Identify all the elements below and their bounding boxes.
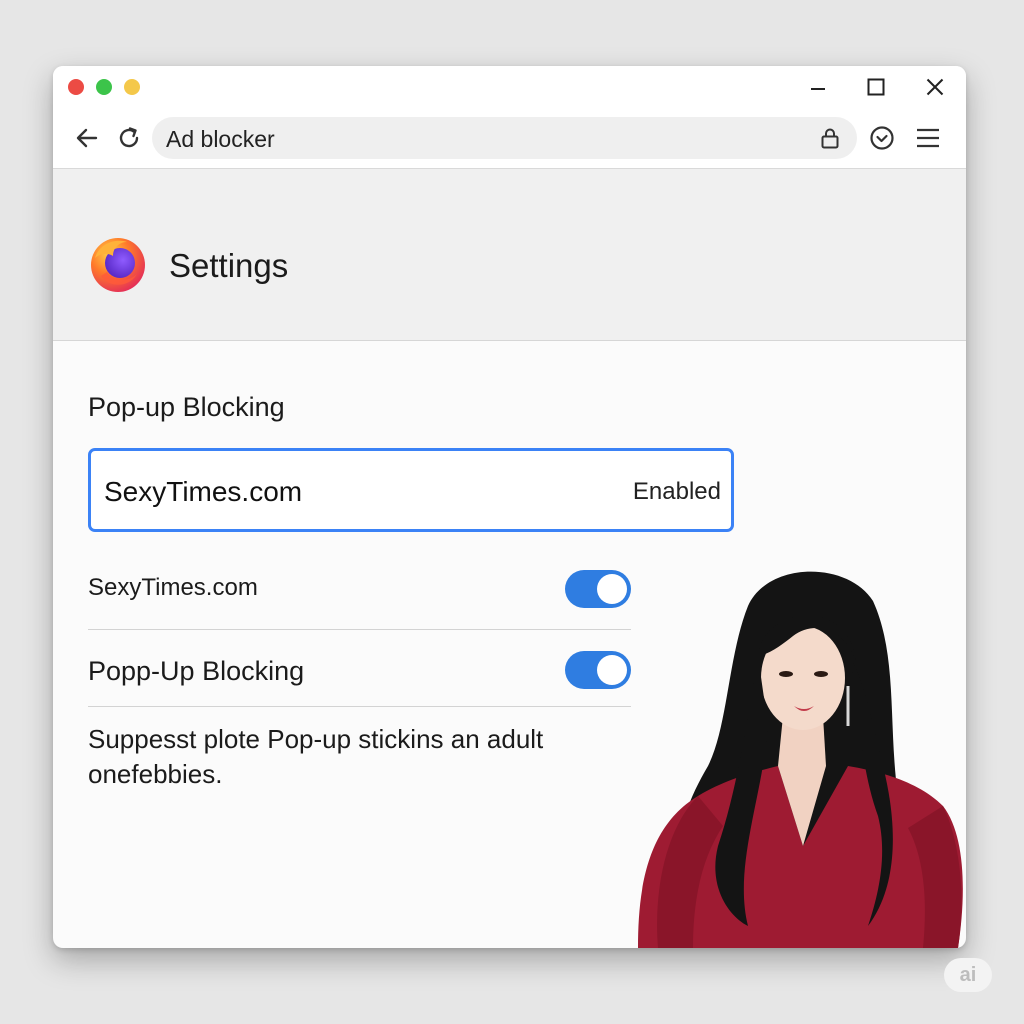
address-bar[interactable]	[152, 117, 857, 161]
zoom-traffic-light[interactable]	[124, 79, 140, 95]
back-arrow-icon	[76, 128, 98, 148]
address-input[interactable]	[164, 117, 808, 161]
woman-portrait-image	[638, 571, 963, 948]
row-divider	[88, 706, 631, 707]
close-icon	[926, 78, 944, 96]
close-traffic-light[interactable]	[68, 79, 84, 95]
back-button[interactable]	[71, 122, 103, 154]
reload-button[interactable]	[113, 122, 145, 154]
section-title: Pop-up Blocking	[88, 392, 285, 422]
settings-header: Settings	[53, 169, 966, 341]
minimize-button[interactable]	[804, 75, 832, 99]
maximize-button[interactable]	[862, 75, 890, 99]
reload-icon	[119, 127, 139, 148]
minimize-traffic-light[interactable]	[96, 79, 112, 95]
site-row-label: SexyTimes.com	[88, 574, 258, 601]
firefox-logo-icon	[91, 238, 145, 292]
title-bar	[53, 66, 966, 110]
row-divider	[88, 629, 631, 630]
hamburger-menu-icon	[917, 128, 939, 148]
navigation-toolbar	[53, 110, 966, 169]
setting-description: Suppesst plote Pop-up stickins an adult …	[88, 724, 544, 789]
lock-icon[interactable]	[819, 127, 841, 149]
browser-window: Settings Pop-up Blocking SexyTimes.com E…	[53, 66, 966, 948]
minimize-icon	[811, 88, 825, 90]
close-window-button[interactable]	[921, 75, 949, 99]
popup-blocking-row-label: Popp-Up Blocking	[88, 656, 305, 686]
page-title: Settings	[169, 247, 289, 284]
check-circle-icon	[870, 126, 894, 150]
site-entry-box[interactable]: SexyTimes.com Enabled	[88, 448, 734, 532]
extension-button[interactable]	[866, 122, 898, 154]
maximize-icon	[867, 78, 885, 96]
ai-watermark-badge: ai	[944, 958, 992, 992]
site-entry-status: Enabled	[632, 478, 721, 505]
menu-button[interactable]	[912, 122, 944, 154]
site-entry-name: SexyTimes.com	[104, 476, 303, 507]
